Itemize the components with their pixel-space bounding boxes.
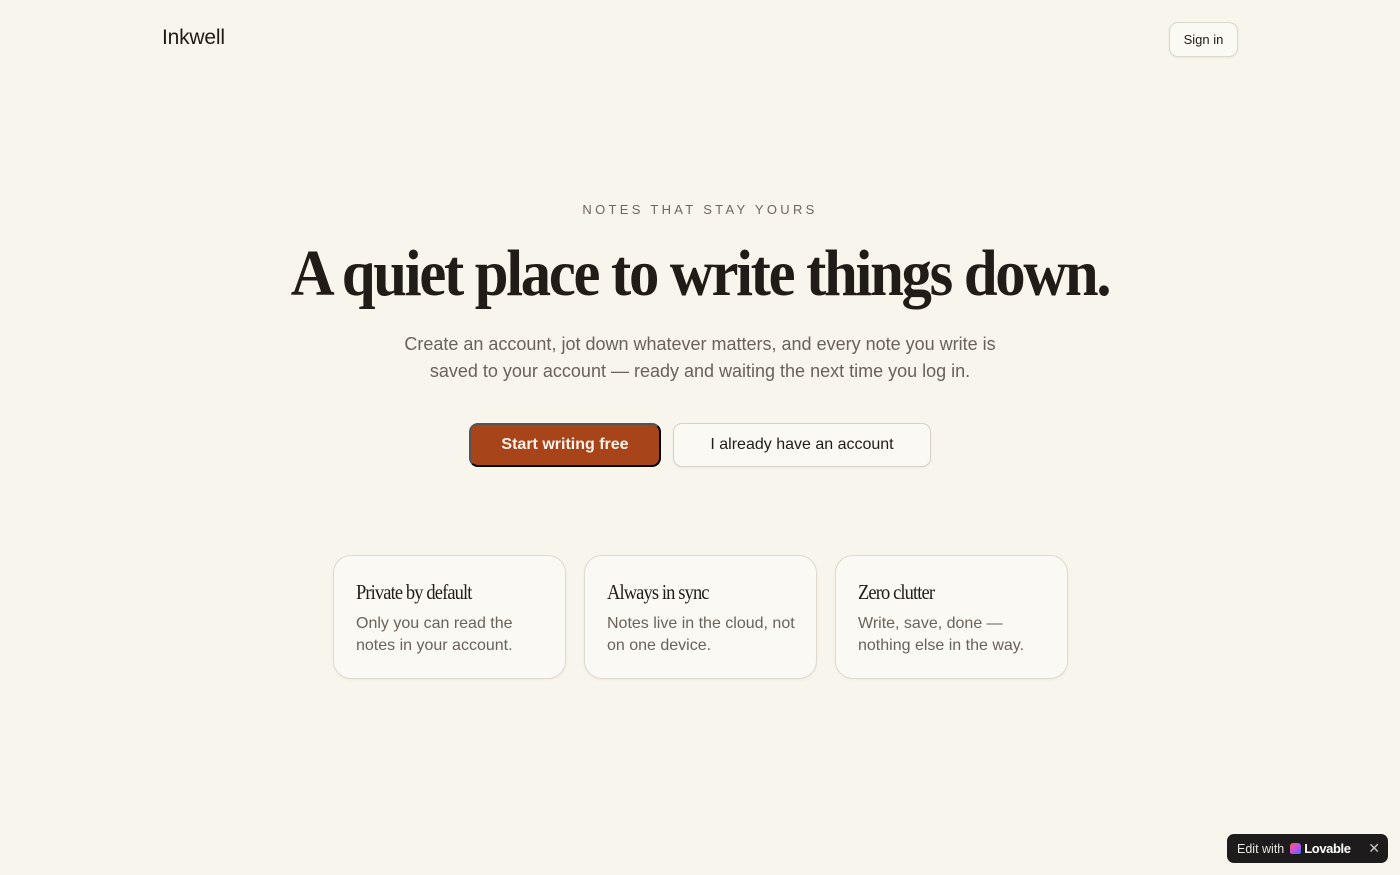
- lovable-heart-icon: [1290, 843, 1302, 854]
- feature-card-sync: Always in sync Notes live in the cloud, …: [584, 555, 817, 679]
- feature-card-body: Write, save, done — nothing else in the …: [858, 615, 1025, 654]
- feature-card-title: Zero clutter: [858, 580, 935, 604]
- close-icon[interactable]: ✕: [1368, 840, 1380, 857]
- badge-brand: Lovable: [1304, 841, 1351, 856]
- edit-with-lovable-badge[interactable]: Edit with Lovable ✕: [1227, 834, 1388, 863]
- hero-eyebrow: NOTES THAT STAY YOURS: [582, 202, 818, 217]
- top-nav: Inkwell Sign in: [0, 0, 1400, 80]
- hero-subtext: Create an account, jot down whatever mat…: [404, 334, 996, 381]
- feature-card-private: Private by default Only you can read the…: [333, 555, 566, 679]
- sign-in-button[interactable]: Sign in: [1169, 22, 1238, 57]
- feature-card-body: Only you can read the notes in your acco…: [356, 615, 513, 654]
- feature-card-title: Private by default: [356, 580, 472, 604]
- hero-headline: A quiet place to write things down.: [290, 237, 1112, 310]
- brand-logo[interactable]: Inkwell: [162, 26, 225, 50]
- feature-card-title: Always in sync: [607, 580, 710, 604]
- badge-prefix: Edit with: [1237, 841, 1285, 856]
- feature-card-body: Notes live in the cloud, not on one devi…: [607, 615, 795, 654]
- start-writing-button[interactable]: Start writing free: [469, 423, 661, 467]
- existing-account-button[interactable]: I already have an account: [673, 423, 931, 467]
- feature-card-clutter: Zero clutter Write, save, done — nothing…: [835, 555, 1068, 679]
